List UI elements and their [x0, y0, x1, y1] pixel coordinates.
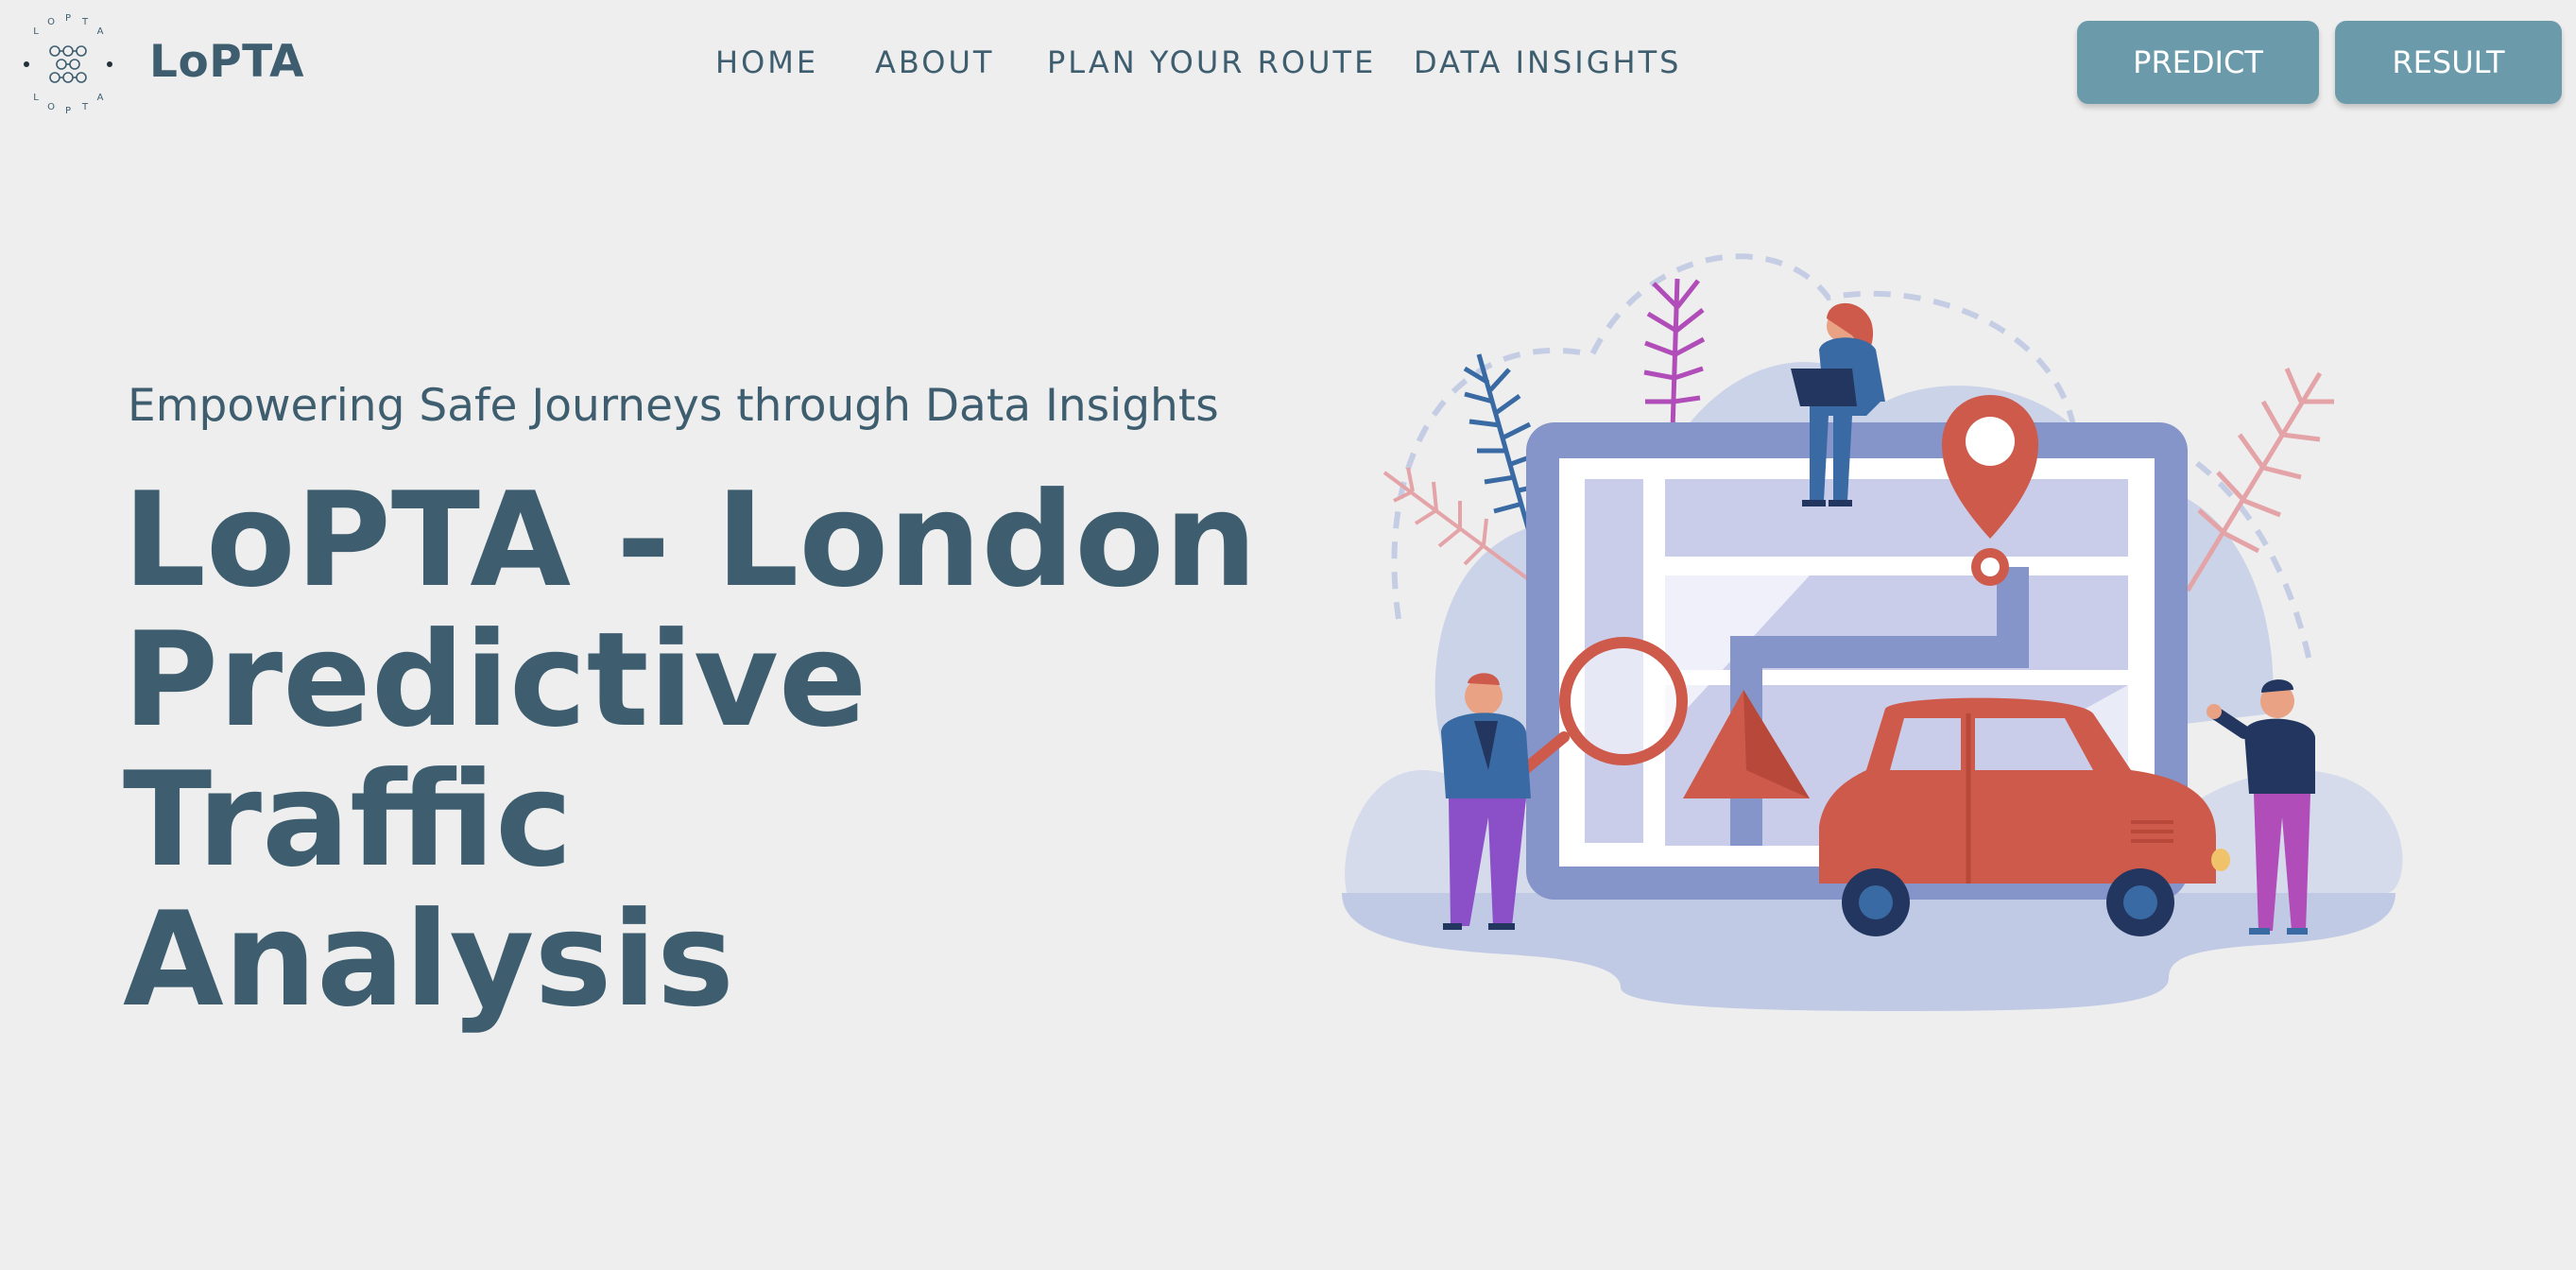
top-header: LOPTA LOPTA LoPTA HOME ABOUT PLAN YOUR R… [0, 0, 2576, 128]
svg-text:T: T [81, 102, 89, 112]
svg-text:L: L [33, 26, 39, 37]
hero-subtitle: Empowering Safe Journeys through Data In… [128, 380, 1219, 432]
nav-about[interactable]: ABOUT [875, 43, 994, 81]
nav-plan-your-route[interactable]: PLAN YOUR ROUTE [1047, 43, 1376, 81]
hero-title-line-1: LoPTA - London [123, 464, 1258, 616]
svg-text:P: P [65, 106, 71, 115]
svg-text:O: O [47, 102, 55, 112]
traffic-map-illustration [1342, 253, 2403, 1011]
svg-text:A: A [97, 93, 104, 103]
result-button[interactable]: RESULT [2335, 21, 2562, 104]
hero-title: LoPTA - London Predictive Traffic Analys… [123, 471, 1351, 1030]
svg-text:L: L [33, 93, 39, 103]
nav-data-insights[interactable]: DATA INSIGHTS [1414, 43, 1681, 81]
svg-text:P: P [65, 13, 71, 24]
hero-title-line-3: Analysis [123, 884, 735, 1036]
predict-button[interactable]: PREDICT [2077, 21, 2319, 104]
svg-text:A: A [97, 26, 104, 37]
svg-text:T: T [81, 17, 89, 27]
svg-text:O: O [47, 17, 55, 27]
hero-title-line-2: Predictive Traffic [123, 604, 867, 896]
nav-home[interactable]: HOME [715, 43, 818, 81]
